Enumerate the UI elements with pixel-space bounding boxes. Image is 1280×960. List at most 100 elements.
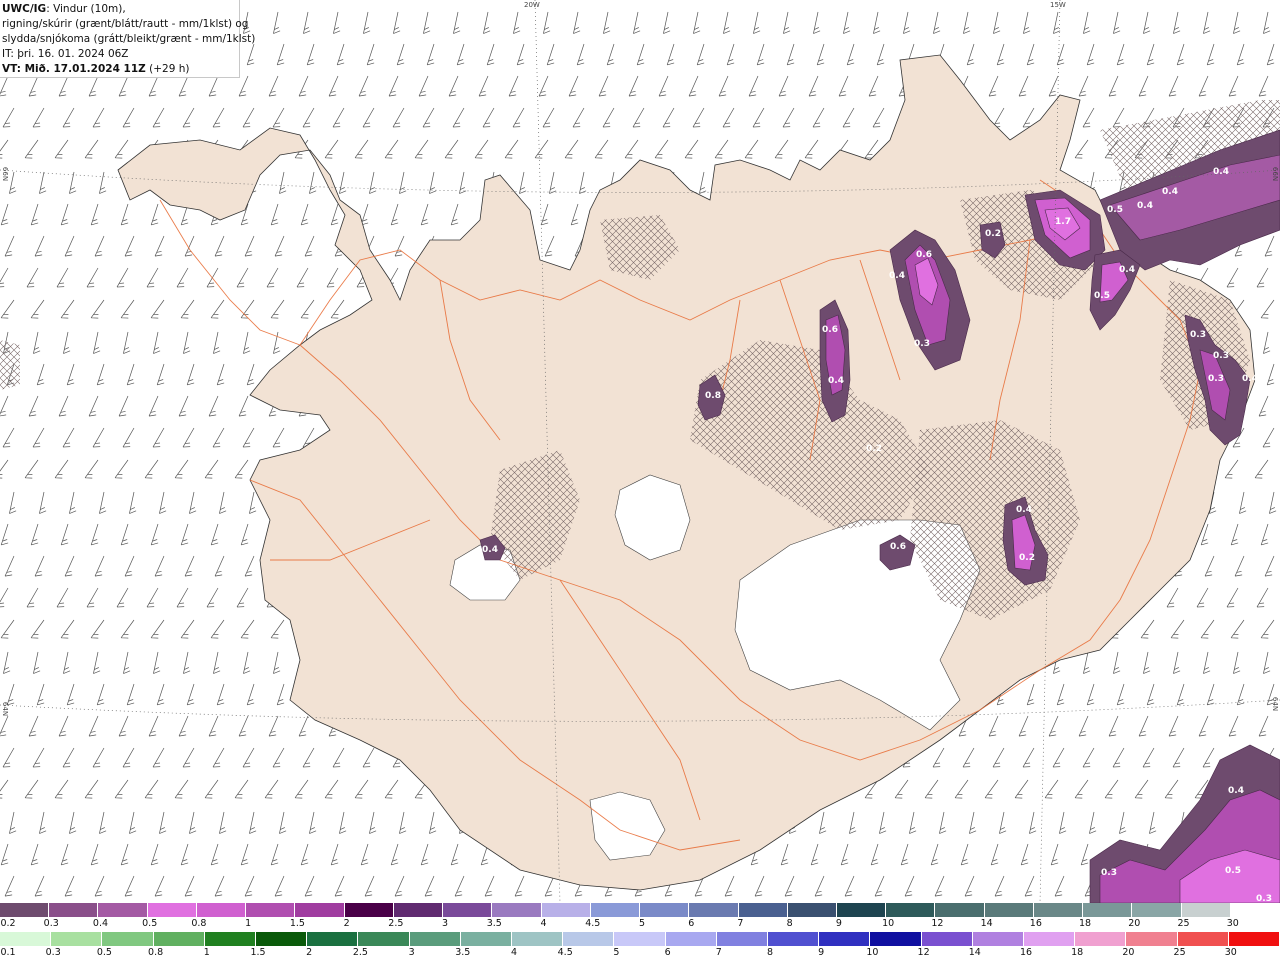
wind-barb (150, 203, 159, 226)
wind-barb (1089, 811, 1097, 834)
wind-barb (184, 235, 195, 257)
wind-barb (396, 43, 405, 66)
wind-barb (0, 459, 9, 479)
wind-barb (718, 75, 729, 97)
wind-barb (62, 747, 75, 768)
wind-barb (1108, 715, 1119, 737)
wind-barb (273, 11, 281, 34)
wind-barb (150, 843, 159, 866)
wind-barb (544, 235, 555, 257)
wind-barb (303, 11, 311, 34)
initial-time: IT: þri. 16. 01. 2024 06Z (2, 48, 129, 60)
wind-barb (240, 299, 255, 319)
wind-barb (60, 523, 69, 546)
sleet-snow-colorbar (0, 903, 1280, 917)
precip-value-label: 0.3 (914, 339, 930, 349)
wind-barb (279, 171, 287, 194)
wind-barb (309, 811, 317, 834)
wind-barb (662, 107, 675, 128)
wind-barb (1260, 523, 1269, 546)
wind-barb (636, 43, 645, 66)
snow-label: 8 (786, 918, 793, 929)
wind-barb (1083, 11, 1091, 34)
wind-barb (514, 875, 525, 897)
wind-barb (32, 427, 45, 448)
wind-barb (69, 811, 77, 834)
wind-barb (1108, 75, 1119, 97)
snow-swatch (49, 903, 99, 917)
wind-barb (363, 11, 371, 34)
rain-swatch (972, 932, 1025, 946)
wind-barb (238, 395, 249, 417)
wind-barb (240, 619, 255, 639)
wind-barb (156, 363, 165, 386)
wind-barb (843, 11, 851, 34)
wind-barb (1022, 747, 1035, 768)
wind-barb (90, 203, 99, 226)
wind-barb (148, 395, 159, 417)
rain-label: 25 (1173, 947, 1186, 958)
wind-barb (39, 811, 47, 834)
snow-label: 30 (1226, 918, 1239, 929)
wind-barb (844, 875, 855, 897)
wind-barb (24, 779, 39, 799)
snow-swatch (344, 903, 394, 917)
wind-barb (219, 811, 227, 834)
wind-barb (1256, 587, 1269, 608)
wind-barb (1266, 363, 1275, 386)
wind-barb (26, 267, 39, 288)
wind-barb (94, 875, 105, 897)
wind-barb (64, 555, 75, 577)
wind-barb (66, 363, 75, 386)
rain-swatch (409, 932, 461, 946)
wind-barb (1198, 75, 1209, 97)
wind-barb (966, 43, 975, 66)
wind-barb (0, 715, 9, 737)
wind-barb (34, 235, 45, 257)
color-legend: 0.2 0.3 0.4 0.5 0.8 1 1.5 2 2.5 3 3.5 4 4.5 5 6 7 8 9 10 12… (0, 903, 1280, 960)
wind-barb (92, 747, 105, 768)
wind-barb (780, 843, 789, 866)
wind-barb (64, 235, 75, 257)
wind-barb (238, 75, 249, 97)
wind-barb (1074, 139, 1089, 159)
wind-barb (273, 651, 281, 674)
wind-barb (570, 203, 579, 226)
wind-barb (782, 107, 795, 128)
wind-barb (126, 683, 135, 706)
wind-barb (1203, 651, 1211, 674)
weather-map[interactable]: 1.7 0.5 0.4 0.4 0.4 0.2 0.6 0.4 0.3 0.4 0.5 0.6 0.4 0… (0, 0, 1280, 903)
wind-barb (90, 619, 105, 639)
rain-label: 7 (715, 947, 722, 958)
wind-barb (90, 523, 99, 546)
rain-swatch (1075, 932, 1127, 946)
wind-barb (996, 43, 1005, 66)
wind-barb (99, 491, 107, 514)
rain-label: 12 (917, 947, 930, 958)
wind-barb (454, 875, 465, 897)
wind-barb (236, 587, 249, 608)
wind-barb (2, 427, 15, 448)
wind-barb (60, 203, 69, 226)
wind-barb (189, 491, 197, 514)
wind-barb (94, 555, 105, 577)
snow-swatch (98, 903, 148, 917)
wind-barb (1176, 43, 1185, 66)
wind-barb (1198, 715, 1209, 737)
wind-barb (484, 875, 495, 897)
wind-barb (838, 75, 849, 97)
wind-barb (1142, 747, 1155, 768)
wind-barb (540, 203, 549, 226)
precip-value-label: 0.5 (1094, 291, 1110, 301)
wind-barb (1023, 11, 1031, 34)
wind-barb (632, 107, 645, 128)
wind-barb (122, 747, 135, 768)
wind-barb (816, 43, 825, 66)
wind-barb (990, 843, 999, 866)
wind-barb (0, 75, 9, 97)
wind-barb (1170, 619, 1185, 639)
wind-barb (234, 779, 249, 799)
wind-barb (204, 779, 219, 799)
wind-barb (624, 139, 639, 159)
wind-barb (1018, 75, 1029, 97)
